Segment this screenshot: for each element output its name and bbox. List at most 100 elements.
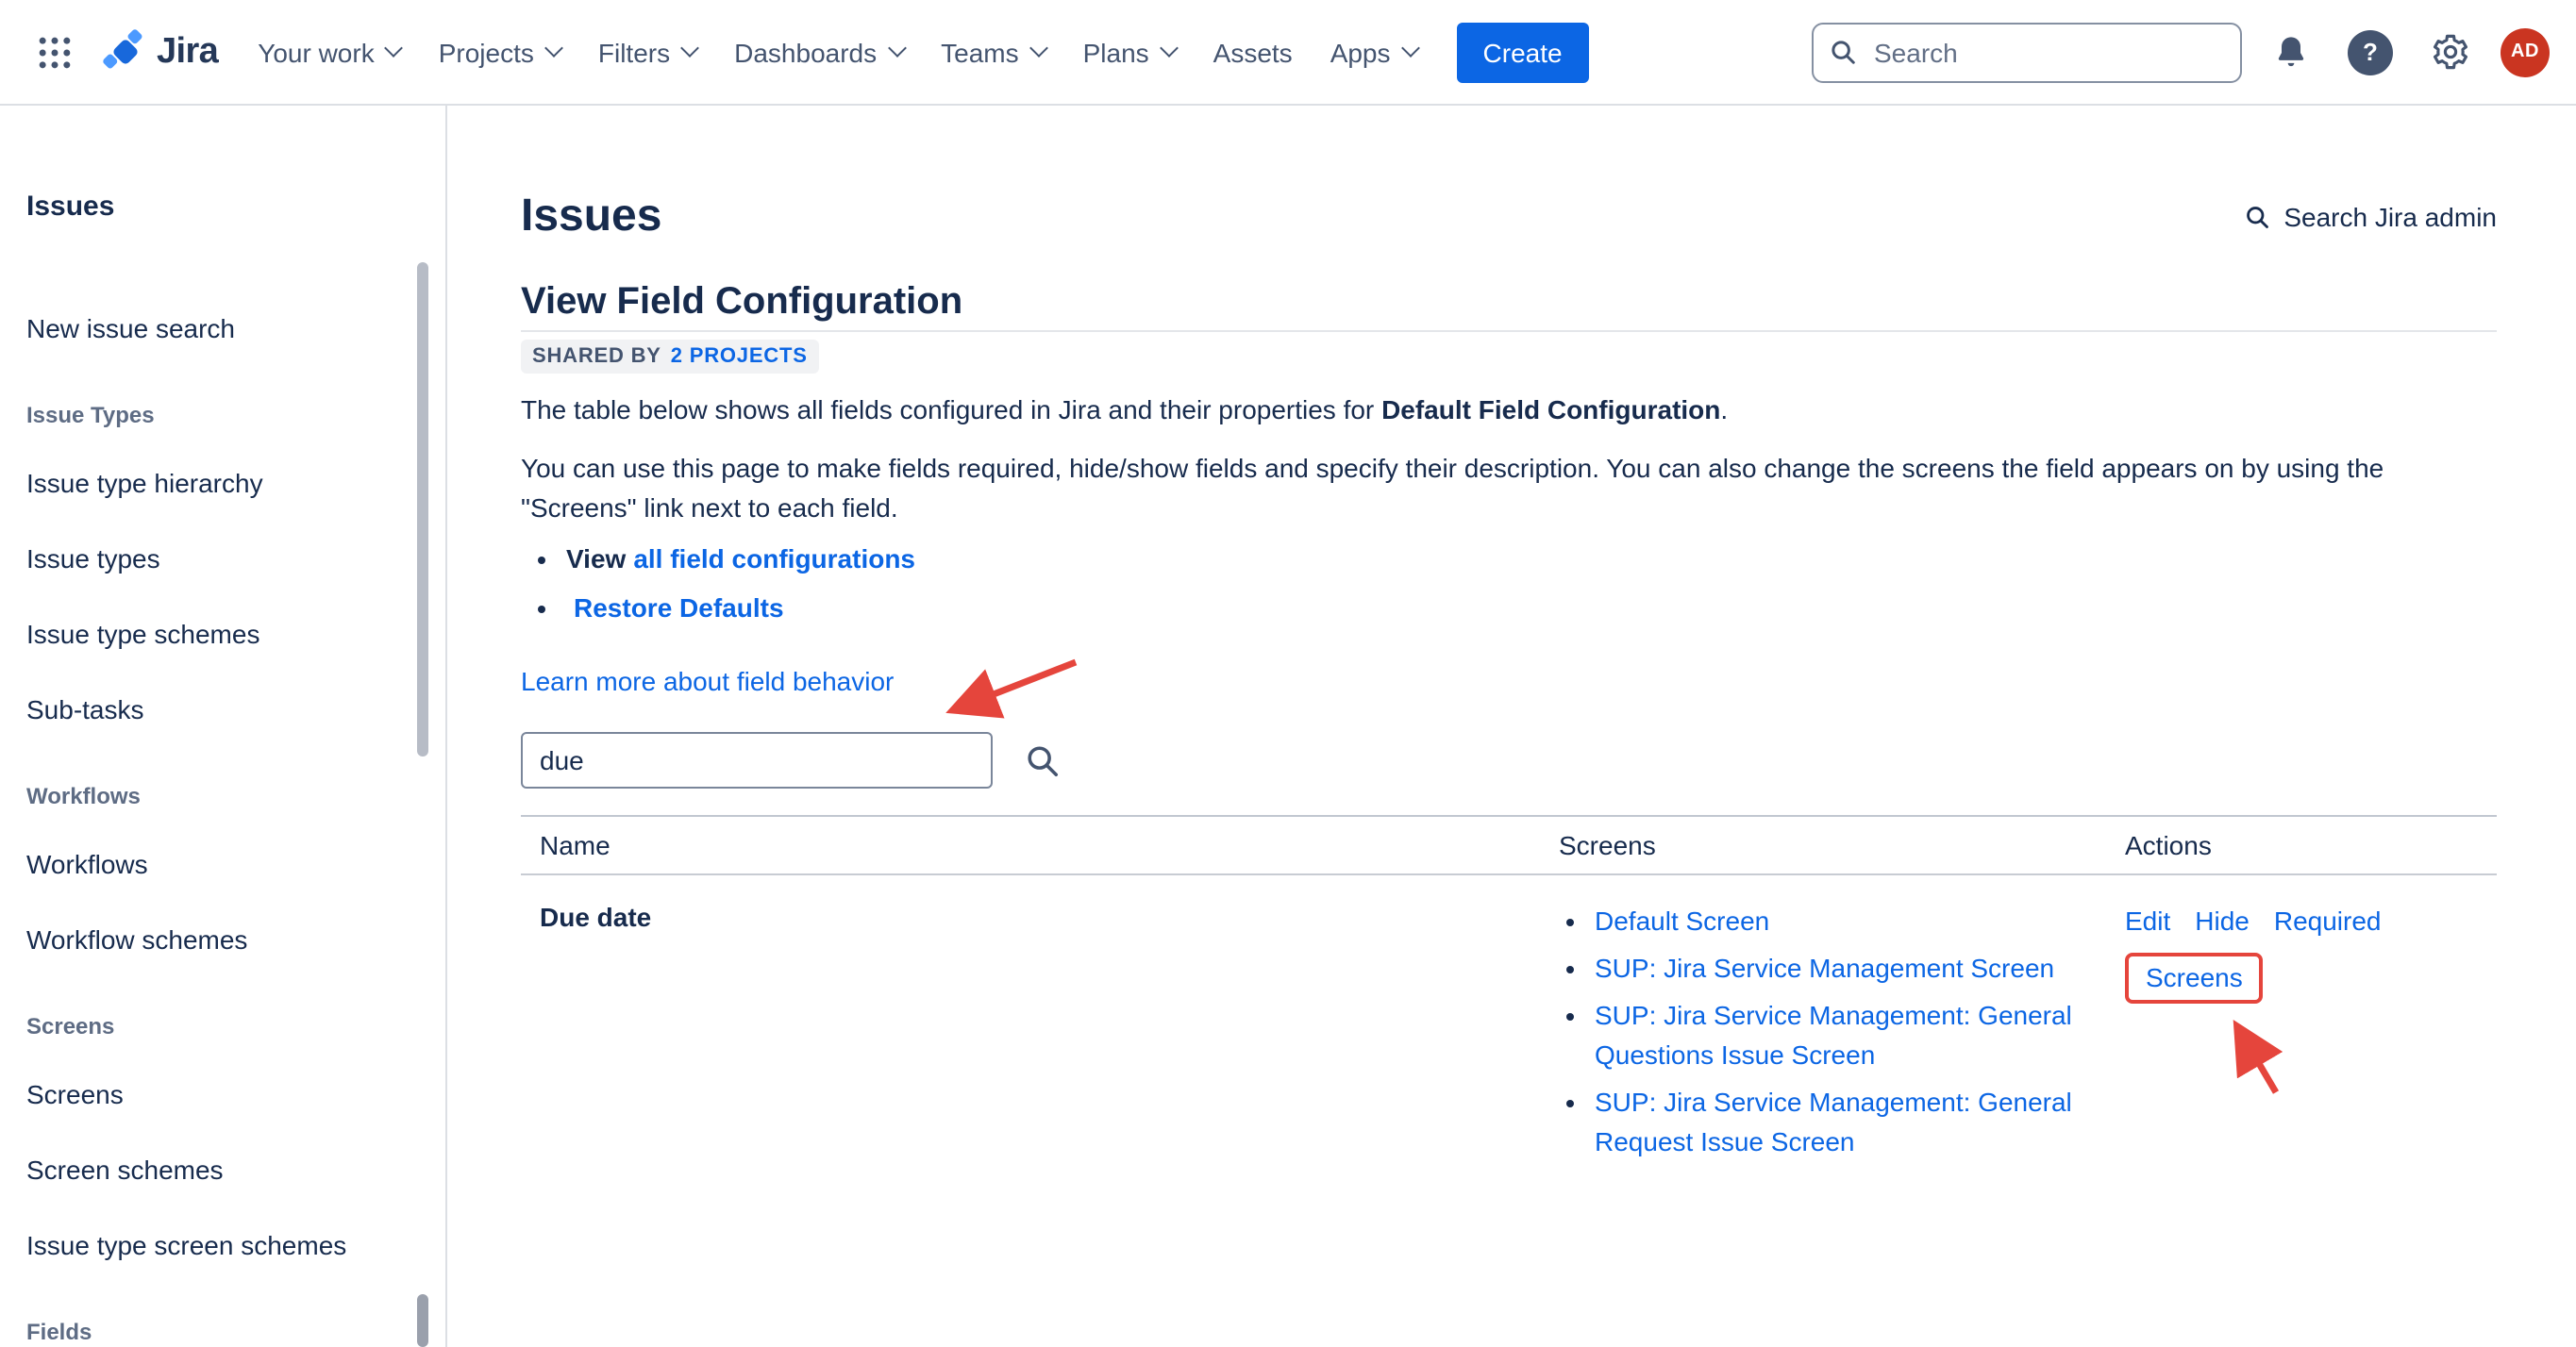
nav-dashboards-label: Dashboards — [734, 37, 877, 67]
global-search-input[interactable] — [1870, 35, 2225, 69]
field-search-input[interactable] — [521, 732, 993, 789]
chevron-down-icon — [385, 39, 404, 58]
intro-text: The table below shows all fields configu… — [521, 394, 1381, 424]
primary-nav: Your work Projects Filters Dashboards Te… — [241, 22, 1433, 82]
screen-link[interactable]: SUP: Jira Service Management Screen — [1595, 953, 2054, 983]
field-actions-cell: Edit Hide Required Screens — [2106, 875, 2497, 1170]
learn-more-link[interactable]: Learn more about field behavior — [521, 662, 894, 702]
nav-plans[interactable]: Plans — [1066, 22, 1193, 82]
list-item: Default Screen — [1595, 902, 2087, 941]
nav-assets[interactable]: Assets — [1196, 22, 1310, 82]
screens-list: Default Screen SUP: Jira Service Managem… — [1559, 902, 2087, 1162]
list-item: SUP: Jira Service Management: General Re… — [1595, 1083, 2087, 1162]
view-label: View — [566, 543, 626, 574]
sidebar-item-new-issue-search[interactable]: New issue search — [26, 309, 396, 347]
field-configuration-name: Default Field Configuration — [1381, 394, 1720, 424]
intro-period: . — [1720, 394, 1728, 424]
table-header-row: Name Screens Actions — [521, 817, 2497, 875]
projects-count-link[interactable]: 2 PROJECTS — [671, 345, 808, 368]
required-action-link[interactable]: Required — [2274, 902, 2382, 941]
global-search[interactable] — [1812, 22, 2242, 82]
question-mark-icon: ? — [2348, 29, 2393, 75]
notifications-button[interactable] — [2265, 25, 2317, 78]
sidebar-section-workflows: Workflows — [26, 781, 396, 811]
hide-action-link[interactable]: Hide — [2195, 902, 2250, 941]
nav-filters-label: Filters — [598, 37, 670, 67]
section-title: View Field Configuration — [521, 279, 2497, 332]
nav-apps-label: Apps — [1330, 37, 1391, 67]
nav-assets-label: Assets — [1213, 37, 1293, 67]
sidebar-item-sub-tasks[interactable]: Sub-tasks — [26, 690, 396, 728]
nav-apps[interactable]: Apps — [1313, 22, 1434, 82]
user-avatar[interactable]: AD — [2501, 27, 2550, 76]
help-button[interactable]: ? — [2340, 22, 2400, 82]
sidebar-item-issue-type-schemes[interactable]: Issue type schemes — [26, 615, 396, 653]
list-item: SUP: Jira Service Management Screen — [1595, 949, 2087, 989]
column-header-screens: Screens — [1540, 817, 2106, 873]
search-jira-admin-link[interactable]: Search Jira admin — [2244, 202, 2497, 232]
field-search-row — [521, 732, 2497, 789]
column-header-name: Name — [521, 817, 1540, 873]
screen-link[interactable]: Default Screen — [1595, 906, 1769, 936]
sidebar-scrollbar-thumb[interactable] — [417, 262, 428, 757]
sidebar-item-screen-schemes[interactable]: Screen schemes — [26, 1151, 396, 1189]
chevron-down-icon — [1160, 39, 1179, 58]
all-field-configurations-link[interactable]: all field configurations — [633, 543, 915, 574]
field-search-button[interactable] — [1021, 739, 1064, 782]
jira-logo[interactable]: Jira — [102, 28, 218, 75]
gear-icon — [2431, 32, 2470, 72]
jira-admin-window: Jira Your work Projects Filters Dashboar… — [0, 0, 2576, 1347]
fields-table: Name Screens Actions Due date Default Sc… — [521, 815, 2497, 1170]
settings-button[interactable] — [2423, 25, 2478, 79]
nav-teams-label: Teams — [941, 37, 1018, 67]
sidebar-item-issue-type-hierarchy[interactable]: Issue type hierarchy — [26, 464, 396, 502]
sidebar-item-issue-types[interactable]: Issue types — [26, 540, 396, 577]
screen-link[interactable]: SUP: Jira Service Management: General Qu… — [1595, 1000, 2072, 1070]
nav-your-work[interactable]: Your work — [241, 22, 418, 82]
restore-defaults-link[interactable]: Restore Defaults — [574, 592, 784, 623]
shared-by-badge: SHARED BY 2 PROJECTS — [521, 340, 819, 374]
sidebar-item-workflows[interactable]: Workflows — [26, 845, 396, 883]
edit-action-link[interactable]: Edit — [2125, 902, 2170, 941]
sidebar-section-screens: Screens — [26, 1011, 396, 1041]
jira-logo-icon — [102, 28, 149, 75]
sidebar-title: Issues — [26, 189, 396, 226]
search-jira-admin-label: Search Jira admin — [2283, 202, 2497, 232]
sidebar-item-screens[interactable]: Screens — [26, 1075, 396, 1113]
nav-projects[interactable]: Projects — [422, 22, 577, 82]
sidebar-item-workflow-schemes[interactable]: Workflow schemes — [26, 921, 396, 958]
screens-action-wrap: Screens — [2125, 953, 2264, 1004]
sidebar-scrollbar-thumb-lower[interactable] — [417, 1294, 428, 1347]
description-paragraph: You can use this page to make fields req… — [521, 449, 2495, 528]
page-title: Issues — [521, 189, 661, 245]
main-content: Issues Search Jira admin View Field Conf… — [447, 106, 2576, 1347]
screen-link[interactable]: SUP: Jira Service Management: General Re… — [1595, 1087, 2072, 1156]
annotation-arrow-screens — [2163, 1006, 2333, 1119]
top-navigation-bar: Jira Your work Projects Filters Dashboar… — [0, 0, 2576, 106]
admin-sidebar: Issues New issue search Issue Types Issu… — [0, 106, 447, 1347]
nav-dashboards[interactable]: Dashboards — [717, 22, 920, 82]
nav-filters[interactable]: Filters — [581, 22, 713, 82]
grid-icon — [34, 31, 75, 73]
topbar-right-cluster: ? AD — [1812, 22, 2550, 82]
field-name: Due date — [521, 875, 1540, 1170]
chevron-down-icon — [887, 39, 906, 58]
create-button[interactable]: Create — [1457, 22, 1589, 82]
screens-action-link[interactable]: Screens — [2146, 962, 2243, 992]
sidebar-section-issue-types: Issue Types — [26, 400, 396, 430]
shared-by-label: SHARED BY — [532, 345, 661, 368]
nav-plans-label: Plans — [1083, 37, 1149, 67]
search-icon — [2244, 204, 2270, 230]
nav-teams[interactable]: Teams — [924, 22, 1062, 82]
search-icon — [1025, 742, 1061, 778]
actions-row: Edit Hide Required — [2125, 902, 2478, 941]
intro-paragraph: The table below shows all fields configu… — [521, 391, 2497, 430]
list-item: Restore Defaults — [566, 589, 2497, 628]
sidebar-section-fields: Fields — [26, 1317, 396, 1347]
nav-your-work-label: Your work — [258, 37, 375, 67]
app-switcher-icon[interactable] — [26, 24, 83, 80]
nav-projects-label: Projects — [439, 37, 534, 67]
notification-bell-icon — [2272, 33, 2310, 71]
sidebar-item-issue-type-screen-schemes[interactable]: Issue type screen schemes — [26, 1226, 396, 1264]
list-item: Viewall field configurations — [566, 540, 2497, 579]
